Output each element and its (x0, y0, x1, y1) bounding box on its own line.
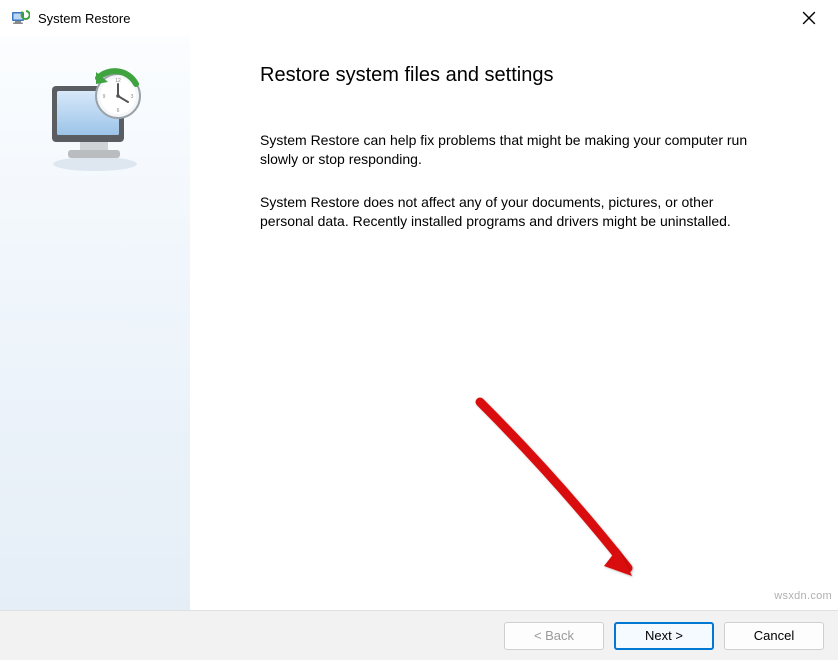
page-heading: Restore system files and settings (260, 64, 792, 87)
intro-paragraph-1: System Restore can help fix problems tha… (260, 131, 760, 169)
svg-text:3: 3 (131, 94, 134, 100)
svg-text:12: 12 (115, 78, 121, 84)
system-restore-icon (10, 8, 30, 28)
close-button[interactable] (786, 3, 832, 33)
svg-text:6: 6 (117, 108, 120, 114)
svg-text:9: 9 (103, 94, 106, 100)
content-area: 12 3 6 9 Restore system files and settin… (0, 36, 838, 610)
wizard-footer: < Back Next > Cancel (0, 610, 838, 660)
restore-illustration-icon: 12 3 6 9 (40, 64, 150, 177)
cancel-button[interactable]: Cancel (724, 622, 824, 650)
watermark-text: wsxdn.com (774, 590, 832, 602)
titlebar: System Restore (0, 0, 838, 36)
window-title: System Restore (38, 11, 786, 26)
main-panel: Restore system files and settings System… (190, 36, 838, 610)
side-panel: 12 3 6 9 (0, 36, 190, 610)
next-button[interactable]: Next > (614, 622, 714, 650)
back-button: < Back (504, 622, 604, 650)
intro-paragraph-2: System Restore does not affect any of yo… (260, 193, 760, 231)
